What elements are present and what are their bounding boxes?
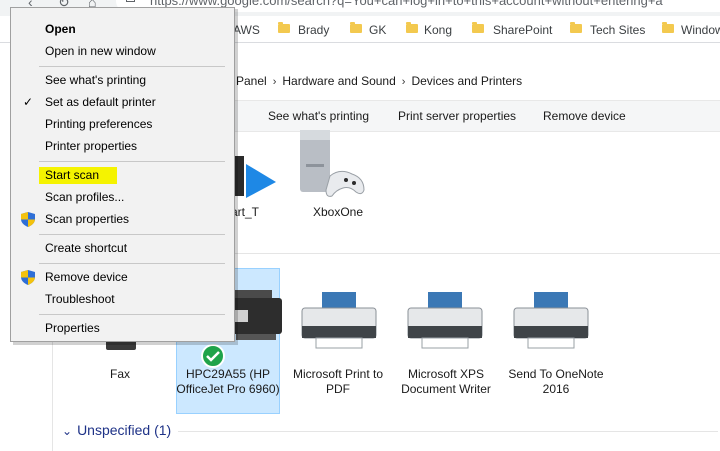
printer-send-to-onenote[interactable]: Send To OneNote 2016 [504,367,608,397]
remove-device-button[interactable]: Remove device [543,109,626,123]
xbox-console-icon [300,130,365,197]
device-xboxone[interactable]: XboxOne [286,205,390,220]
chevron-right-icon: › [401,76,406,88]
menu-separator [39,66,225,67]
menu-item-create-shortcut[interactable]: Create shortcut [11,237,234,259]
bookmark-tech-sites[interactable]: Tech Sites [590,23,645,37]
breadcrumb-hardware-and-sound[interactable]: Hardware and Sound [282,74,395,88]
printer-fax[interactable]: Fax [68,367,172,382]
device-label: Fax [109,367,130,381]
folder-icon [472,22,484,33]
menu-item-printer-properties[interactable]: Printer properties [11,135,234,157]
bookmark-gk[interactable]: GK [369,23,386,37]
section-divider [178,431,718,432]
chevron-right-icon: › [272,76,277,88]
uac-shield-icon [21,212,35,227]
printer-icon [301,292,377,349]
folder-icon [350,22,362,33]
menu-separator [39,263,225,264]
menu-separator [39,161,225,162]
lock-icon [126,0,135,2]
printer-icon [513,292,589,349]
menu-item-scan-properties[interactable]: Scan properties [11,208,234,230]
menu-separator [39,314,225,315]
menu-item-see-whats-printing[interactable]: See what's printing [11,69,234,91]
bookmark-kong[interactable]: Kong [424,23,452,37]
printer-microsoft-xps[interactable]: Microsoft XPS Document Writer [394,367,498,397]
checkmark-icon: ✓ [23,95,34,109]
print-server-properties-button[interactable]: Print server properties [398,109,516,123]
context-menu: Open Open in new window See what's print… [10,7,235,342]
default-printer-check-icon [201,344,225,368]
unspecified-group-header[interactable]: ⌄ Unspecified (1) [62,422,171,438]
printer-microsoft-print-to-pdf[interactable]: Microsoft Print to PDF [286,367,390,397]
bookmark-sharepoint[interactable]: SharePoint [493,23,552,37]
device-label: HPC29A55 (HP OfficeJet Pro 6960) [176,367,280,396]
folder-icon [406,22,418,33]
device-label: Send To OneNote 2016 [508,367,604,396]
bookmark-window[interactable]: Window [681,23,720,37]
breadcrumb-devices-and-printers[interactable]: Devices and Printers [411,74,522,88]
folder-icon [662,22,674,33]
menu-item-troubleshoot[interactable]: Troubleshoot [11,288,234,310]
device-label: XboxOne [312,205,364,219]
menu-item-scan-profiles[interactable]: Scan profiles... [11,186,234,208]
printer-icon [407,292,483,349]
menu-item-open[interactable]: Open [11,18,234,40]
menu-item-remove-device[interactable]: Remove device [11,266,234,288]
menu-item-properties[interactable]: Properties [11,317,234,339]
unspecified-label: Unspecified (1) [77,422,172,438]
menu-item-open-in-new-window[interactable]: Open in new window [11,40,234,62]
breadcrumb: l Panel › Hardware and Sound › Devices and P… [230,68,522,94]
device-label: Microsoft XPS Document Writer [401,367,491,396]
chevron-down-icon: ⌄ [62,424,73,438]
media-device-icon [232,156,276,198]
uac-shield-icon [21,270,35,285]
folder-icon [570,22,582,33]
menu-item-set-as-default-printer[interactable]: ✓ Set as default printer [11,91,234,113]
printer-hpc29a55[interactable]: HPC29A55 (HP OfficeJet Pro 6960) [176,367,280,397]
device-label: Microsoft Print to PDF [292,367,384,396]
menu-item-start-scan[interactable]: Start scan [11,164,234,186]
menu-item-printing-preferences[interactable]: Printing preferences [11,113,234,135]
menu-separator [39,234,225,235]
bookmark-brady[interactable]: Brady [298,23,329,37]
folder-icon [278,22,290,33]
see-whats-printing-button[interactable]: See what's printing [268,109,369,123]
